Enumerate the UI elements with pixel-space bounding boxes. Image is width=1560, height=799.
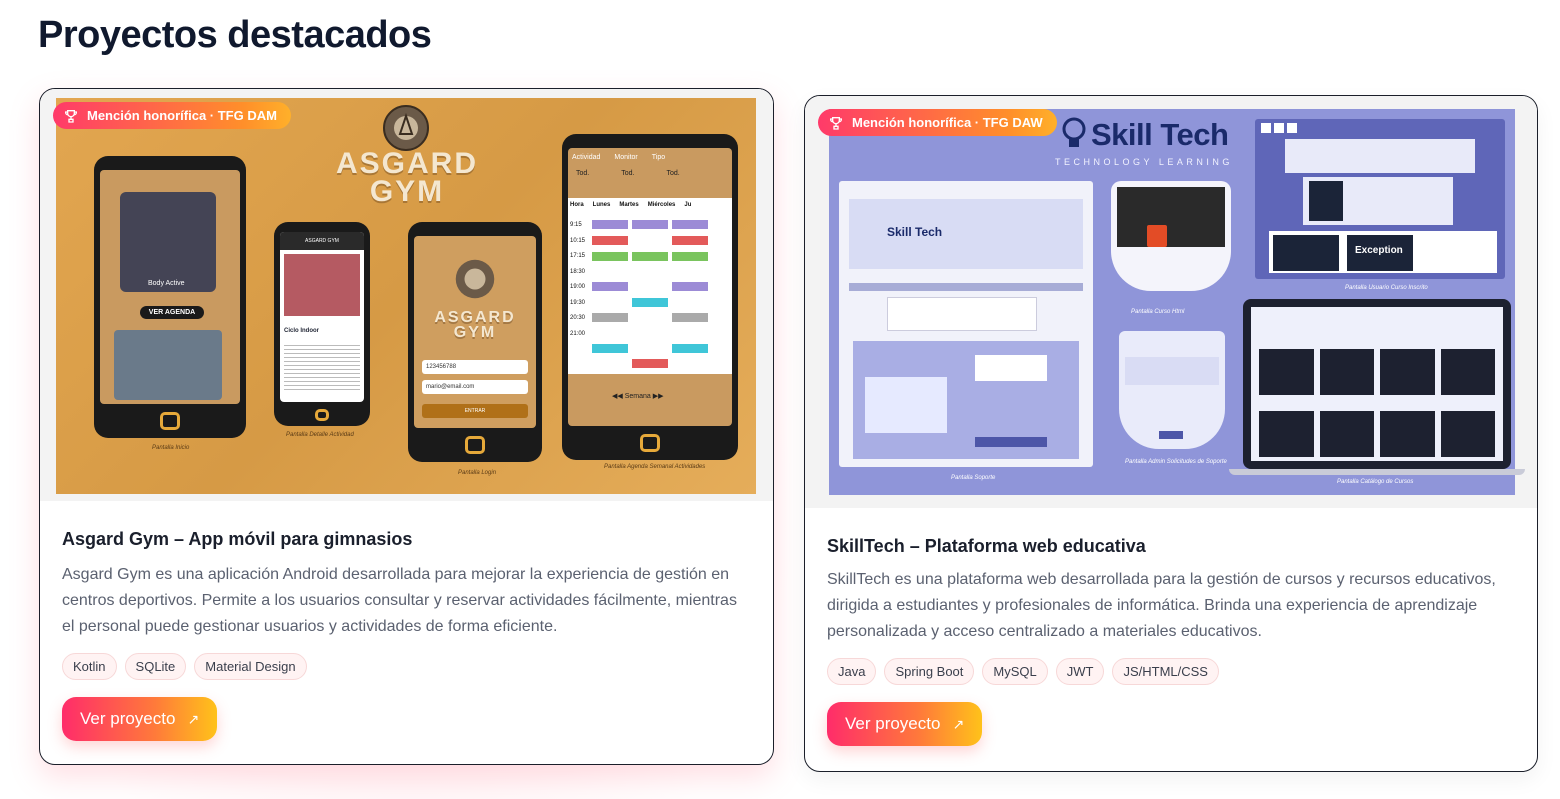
hour-label: 18:30 bbox=[570, 268, 586, 275]
asgard-logo: ASGARD GYM bbox=[335, 147, 478, 208]
laptop-catalogo bbox=[1243, 299, 1511, 469]
hour-label: 19:30 bbox=[570, 299, 586, 306]
small-logo: Skill Tech bbox=[887, 225, 943, 239]
asgard-emblem-icon bbox=[383, 105, 429, 151]
section-title: Proyectos destacados bbox=[38, 14, 432, 56]
project-image: Mención honorífica · TFG DAW Skill Tech … bbox=[805, 96, 1537, 508]
day-header: Martes bbox=[619, 202, 639, 208]
day-header: Lunes bbox=[592, 202, 611, 208]
button-label: Ver proyecto bbox=[845, 714, 941, 733]
tag: MySQL bbox=[982, 658, 1048, 685]
button-label: Ver proyecto bbox=[80, 709, 176, 728]
project-title: Asgard Gym – App móvil para gimnasios bbox=[62, 529, 413, 549]
tag-list: Kotlin SQLite Material Design bbox=[62, 653, 751, 680]
trophy-icon bbox=[65, 109, 77, 123]
skilltech-logo: Skill Tech bbox=[1091, 117, 1229, 152]
panel-soporte: Skill Tech bbox=[839, 181, 1093, 467]
view-project-button[interactable]: Ver proyecto ↗ bbox=[827, 702, 983, 746]
day-header: Ju bbox=[684, 202, 692, 208]
filter-monitor: Monitor bbox=[614, 154, 638, 161]
award-badge: Mención honorífica · TFG DAM bbox=[53, 102, 291, 129]
caption-soporte: Pantalla Soporte bbox=[951, 475, 996, 481]
project-card-skilltech: Mención honorífica · TFG DAW Skill Tech … bbox=[804, 95, 1538, 772]
panel-usuario-curso: Exception bbox=[1255, 119, 1505, 279]
tag: Kotlin bbox=[62, 653, 117, 680]
small-logo: ASGARD GYM bbox=[280, 232, 364, 250]
caption-agenda: Pantalla Agenda Semanal Actividades bbox=[604, 464, 706, 470]
tag-list: Java Spring Boot MySQL JWT JS/HTML/CSS bbox=[827, 658, 1515, 685]
award-badge: Mención honorífica · TFG DAW bbox=[818, 109, 1057, 136]
phone-login: ASGARD GYM 123456788 mario@email.com ENT… bbox=[408, 222, 542, 462]
caption-catalogo: Pantalla Catálogo de Cursos bbox=[1337, 479, 1414, 485]
hour-label: 21:00 bbox=[570, 330, 586, 337]
day-header: Miércoles bbox=[647, 202, 676, 208]
badge-label: Mención honorífica · TFG DAW bbox=[852, 115, 1043, 130]
caption-detalle: Pantalla Detalle Actividad bbox=[286, 432, 354, 438]
entrar-button: ENTRAR bbox=[422, 404, 528, 418]
login-logo: ASGARD GYM bbox=[434, 309, 516, 341]
caption-usuario: Pantalla Usuario Curso Inscrito bbox=[1345, 285, 1428, 291]
ciclo-indoor-label: Ciclo Indoor bbox=[284, 328, 319, 334]
semana-label: Semana bbox=[624, 393, 651, 400]
view-project-button[interactable]: Ver proyecto ↗ bbox=[62, 697, 218, 741]
caption-login: Pantalla Login bbox=[458, 470, 497, 476]
hour-label: 10:15 bbox=[570, 237, 586, 244]
exception-label: Exception bbox=[1355, 245, 1403, 256]
arrow-up-right-icon: ↗ bbox=[952, 715, 965, 732]
filter-tipo: Tipo bbox=[651, 154, 666, 161]
skilltech-tagline: TECHNOLOGY LEARNING bbox=[1055, 157, 1233, 167]
caption-curso: Pantalla Curso Html bbox=[1131, 309, 1185, 315]
filter-value: Tod. bbox=[576, 170, 590, 177]
tag: Java bbox=[827, 658, 877, 685]
ver-agenda-button: VER AGENDA bbox=[140, 306, 204, 319]
filter-actividad: Actividad bbox=[572, 154, 601, 161]
tag: SQLite bbox=[124, 653, 187, 680]
badge-label: Mención honorífica · TFG DAM bbox=[87, 108, 277, 123]
tag: JS/HTML/CSS bbox=[1112, 658, 1219, 685]
filter-value: Tod. bbox=[666, 170, 680, 177]
trophy-icon bbox=[830, 116, 842, 130]
skilltech-artwork: Skill Tech TECHNOLOGY LEARNING Skill Tec… bbox=[829, 109, 1525, 495]
phone-inicio: Body Active VER AGENDA bbox=[94, 156, 246, 438]
caption-inicio: Pantalla Inicio bbox=[152, 445, 190, 451]
hour-label: 17:15 bbox=[570, 253, 586, 259]
body-active-label: Body Active bbox=[148, 280, 185, 287]
asgard-artwork: ASGARD GYM Body Active VER AGENDA Pantal… bbox=[56, 98, 756, 494]
day-header: Hora bbox=[570, 202, 584, 208]
project-description: SkillTech es una plataforma web desarrol… bbox=[827, 571, 1496, 640]
lightbulb-icon bbox=[1062, 117, 1086, 147]
hour-label: 20:30 bbox=[570, 315, 586, 321]
hour-label: 9:15 bbox=[570, 222, 582, 228]
project-description: Asgard Gym es una aplicación Android des… bbox=[62, 566, 737, 635]
tag: Spring Boot bbox=[884, 658, 975, 685]
filter-value: Tod. bbox=[621, 170, 635, 177]
caption-admin: Pantalla Admin Solicitudes de Soporte bbox=[1125, 459, 1227, 465]
project-title: SkillTech – Plataforma web educativa bbox=[827, 536, 1146, 556]
panel-curso-html bbox=[1111, 181, 1231, 291]
panel-admin bbox=[1119, 331, 1225, 449]
tag: Material Design bbox=[194, 653, 307, 680]
phone-detalle: ASGARD GYM Ciclo Indoor bbox=[274, 222, 370, 426]
project-image: Mención honorífica · TFG DAM ASGARD GYM … bbox=[40, 89, 773, 501]
hour-label: 19:00 bbox=[570, 284, 586, 290]
project-card-asgard: Mención honorífica · TFG DAM ASGARD GYM … bbox=[39, 88, 774, 765]
login-email-field: mario@email.com bbox=[422, 380, 528, 394]
phone-agenda: Actividad Monitor Tipo Tod. Tod. Tod. Ho… bbox=[562, 134, 738, 460]
login-user-field: 123456788 bbox=[422, 360, 528, 374]
arrow-up-right-icon: ↗ bbox=[187, 710, 200, 727]
tag: JWT bbox=[1055, 658, 1105, 685]
